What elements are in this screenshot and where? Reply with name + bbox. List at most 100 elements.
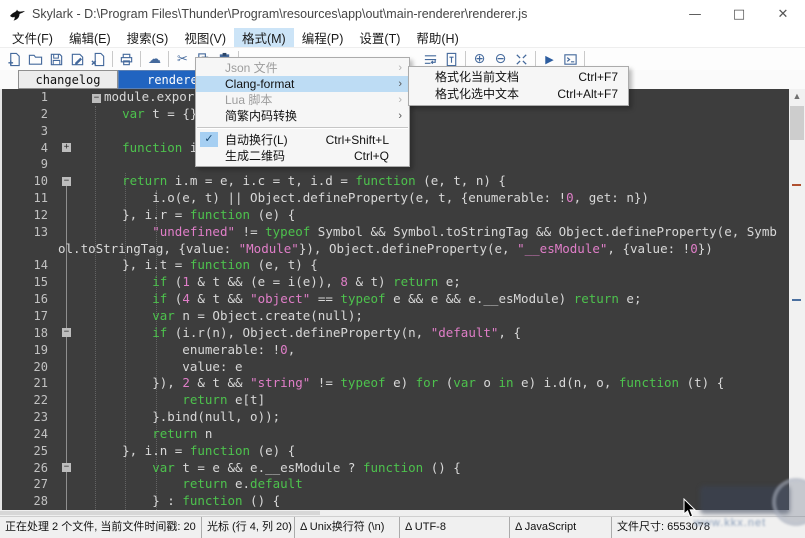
fold-margin bbox=[48, 359, 74, 376]
app-window: Skylark - D:\Program Files\Thunder\Progr… bbox=[0, 0, 805, 538]
status-segment-4: Δ UTF-8 bbox=[400, 517, 510, 538]
menu-item-label: 自动换行(L) bbox=[225, 132, 326, 148]
save-as-icon[interactable] bbox=[67, 49, 88, 69]
line-number: 9 bbox=[0, 156, 48, 173]
menubar-item-6[interactable]: 编程(P) bbox=[294, 28, 352, 47]
code-line: 16 if (4 & t && "object" == typeof e && … bbox=[0, 291, 805, 308]
submenu-arrow-icon: › bbox=[398, 60, 402, 76]
code-text: return i.m = e, i.c = t, i.d = function … bbox=[74, 173, 506, 190]
line-number: 12 bbox=[0, 207, 48, 224]
line-number: 10 bbox=[0, 173, 48, 190]
menu-item-简繁内码转换[interactable]: 简繁内码转换› bbox=[196, 108, 409, 124]
new-file-icon[interactable] bbox=[4, 49, 25, 69]
status-segment-5: Δ JavaScript bbox=[510, 517, 612, 538]
print-icon[interactable] bbox=[116, 49, 137, 69]
cut-icon[interactable]: ✂ bbox=[172, 49, 193, 69]
fold-margin bbox=[48, 207, 74, 224]
code-line: 23 }.bind(null, o)); bbox=[0, 409, 805, 426]
code-line: 10 − return i.m = e, i.c = t, i.d = funct… bbox=[0, 173, 805, 190]
fold-margin bbox=[48, 476, 74, 493]
line-number: 18 bbox=[0, 325, 48, 342]
cloud-icon[interactable]: ☁ bbox=[144, 49, 165, 69]
code-text: return n bbox=[74, 426, 212, 443]
window-title: Skylark - D:\Program Files\Thunder\Progr… bbox=[32, 7, 527, 21]
menu-item-自动换行(L)[interactable]: ✓自动换行(L)Ctrl+Shift+L bbox=[196, 132, 409, 148]
submenu-item-格式化选中文本[interactable]: 格式化选中文本Ctrl+Alt+F7 bbox=[409, 86, 628, 103]
fold-margin bbox=[48, 443, 74, 460]
menu-bar: 文件(F)编辑(E)搜索(S)视图(V)格式(M)编程(P)设置(T)帮助(H) bbox=[0, 28, 805, 47]
fold-margin bbox=[48, 375, 74, 392]
submenu-item-格式化当前文档[interactable]: 格式化当前文档Ctrl+F7 bbox=[409, 69, 628, 86]
close-button[interactable]: ✕ bbox=[761, 0, 805, 28]
toolbar-separator bbox=[584, 51, 585, 67]
line-number: 13 bbox=[0, 224, 48, 241]
menubar-item-1[interactable]: 文件(F) bbox=[4, 28, 61, 47]
menu-item-生成二维码[interactable]: 生成二维码Ctrl+Q bbox=[196, 148, 409, 164]
menu-item-label: 生成二维码 bbox=[225, 148, 354, 164]
scroll-annotation bbox=[792, 299, 801, 301]
scrollbar-thumb[interactable] bbox=[790, 106, 804, 140]
menubar-item-7[interactable]: 设置(T) bbox=[351, 28, 408, 47]
line-number: 16 bbox=[0, 291, 48, 308]
menubar-item-3[interactable]: 搜索(S) bbox=[119, 28, 177, 47]
submenu-shortcut: Ctrl+F7 bbox=[578, 69, 618, 86]
submenu-item-label: 格式化当前文档 bbox=[435, 69, 578, 86]
fold-margin bbox=[48, 274, 74, 291]
open-file-icon[interactable] bbox=[25, 49, 46, 69]
menu-item-Lua 脚本[interactable]: Lua 脚本› bbox=[196, 92, 409, 108]
fold-margin bbox=[48, 123, 74, 140]
fold-margin bbox=[48, 224, 74, 241]
hscrollbar-thumb[interactable] bbox=[0, 511, 320, 515]
status-segment-2: 光标 (行 4, 列 20) bbox=[202, 517, 295, 538]
maximize-button[interactable]: □ bbox=[717, 0, 761, 28]
line-number: 22 bbox=[0, 392, 48, 409]
line-number: 25 bbox=[0, 443, 48, 460]
code-line: 20 value: e bbox=[0, 359, 805, 376]
code-line: 18− if (i.r(n), Object.defineProperty(n,… bbox=[0, 325, 805, 342]
fold-plus-icon[interactable]: + bbox=[62, 143, 71, 152]
code-text: }.bind(null, o)); bbox=[74, 409, 280, 426]
fold-minus-icon[interactable]: − bbox=[62, 177, 71, 186]
tab-changelog[interactable]: changelog bbox=[18, 70, 118, 89]
scroll-up-icon[interactable]: ▲ bbox=[789, 89, 805, 104]
code-text: function i( bbox=[74, 140, 205, 157]
submenu-arrow-icon: › bbox=[398, 76, 402, 92]
fold-margin bbox=[48, 409, 74, 426]
line-number: 27 bbox=[0, 476, 48, 493]
minimize-button[interactable]: — bbox=[673, 0, 717, 28]
menu-item-label: Lua 脚本 bbox=[225, 92, 409, 108]
line-number: 2 bbox=[0, 106, 48, 123]
menubar-item-2[interactable]: 编辑(E) bbox=[61, 28, 119, 47]
fold-margin: − bbox=[48, 460, 74, 477]
close-file-icon[interactable] bbox=[88, 49, 109, 69]
menubar-item-4[interactable]: 视图(V) bbox=[176, 28, 234, 47]
toolbar-group bbox=[4, 49, 109, 69]
line-number: 4 bbox=[0, 140, 48, 157]
menubar-item-8[interactable]: 帮助(H) bbox=[408, 28, 466, 47]
fold-minus-icon[interactable]: − bbox=[62, 328, 71, 337]
watermark-text: www.kkx.net bbox=[694, 517, 766, 529]
line-number: 3 bbox=[0, 123, 48, 140]
code-line: 26− var t = e && e.__esModule ? function… bbox=[0, 460, 805, 477]
code-line: 22 return e[t] bbox=[0, 392, 805, 409]
toolbar-group: ☁ bbox=[144, 49, 165, 69]
line-number: 19 bbox=[0, 342, 48, 359]
code-text: }, i.t = function (e, t) { bbox=[74, 257, 318, 274]
save-icon[interactable] bbox=[46, 49, 67, 69]
fold-minus-icon[interactable]: − bbox=[62, 463, 71, 472]
fold-margin bbox=[48, 342, 74, 359]
fold-margin bbox=[48, 156, 74, 173]
submenu-arrow-icon: › bbox=[398, 92, 402, 108]
fold-minus-icon[interactable]: − bbox=[92, 94, 101, 103]
menu-item-Clang-format[interactable]: Clang-format› bbox=[196, 76, 409, 92]
menubar-item-5[interactable]: 格式(M) bbox=[234, 28, 294, 47]
code-text: ol.toStringTag, {value: "Module"}), Obje… bbox=[58, 241, 713, 258]
scroll-annotation bbox=[792, 184, 801, 186]
code-line: 24 return n bbox=[0, 426, 805, 443]
line-number: 26 bbox=[0, 460, 48, 477]
code-line: 14 }, i.t = function (e, t) { bbox=[0, 257, 805, 274]
menu-separator bbox=[197, 127, 408, 129]
vertical-scrollbar[interactable]: ▲ bbox=[789, 89, 805, 510]
menu-item-Json 文件[interactable]: Json 文件› bbox=[196, 60, 409, 76]
line-number: 24 bbox=[0, 426, 48, 443]
